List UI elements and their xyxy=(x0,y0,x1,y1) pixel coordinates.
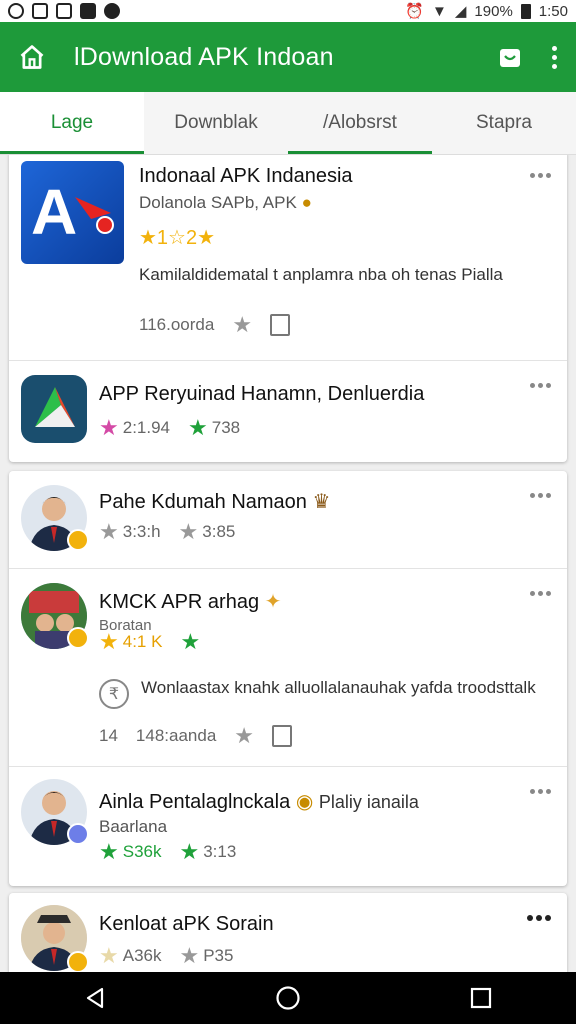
home-icon xyxy=(20,45,44,69)
app-icon xyxy=(21,375,87,443)
rating-value: 2:1.94 xyxy=(122,418,170,437)
recents-button[interactable] xyxy=(470,987,492,1009)
verified-badge-icon xyxy=(67,627,89,649)
back-icon xyxy=(87,987,104,1009)
status-bar: ⏰ ▼ ◢ 190% 1:50 xyxy=(0,0,576,22)
app-title: lDownload APK Indoan xyxy=(74,42,334,71)
person-subtitle: Baarlana xyxy=(99,817,168,836)
image-icon xyxy=(32,3,48,19)
clock: 1:50 xyxy=(538,2,568,20)
verified-badge-icon xyxy=(67,951,89,972)
star-icon: ★ xyxy=(179,839,200,864)
store-icon xyxy=(500,49,520,67)
battery-icon xyxy=(520,3,531,19)
list-item[interactable]: APP Reryuinad Hanamn, Denluerdia ★ 2:1.94… xyxy=(9,361,567,462)
tab-downblak[interactable]: Downblak xyxy=(144,92,288,154)
tab-alobsrst[interactable]: /Alobsrst xyxy=(288,92,432,154)
developer-text: Dolanola SAPb, APK xyxy=(139,193,297,212)
star-icon: ★ xyxy=(99,519,119,544)
app-logo-icon: A xyxy=(21,161,124,264)
list-item[interactable]: A Indonaal APK Indanesia Dolanola SAPb, … xyxy=(9,155,567,361)
star-icon: ★ xyxy=(99,415,119,440)
star-icon: ★ xyxy=(99,943,119,968)
details-icon[interactable] xyxy=(270,314,291,336)
android-icon xyxy=(104,3,120,19)
verified-badge-icon xyxy=(67,823,89,845)
people-card: Pahe Kdumah Namaon ♛ ★ 3:3:h ★ 3:85 KMCK A… xyxy=(9,471,567,886)
more-options-button[interactable] xyxy=(530,789,551,794)
favorite-icon[interactable]: ★ xyxy=(232,314,252,336)
last-card: Kenloat aPK Sorain ★ A36k ★ P35 xyxy=(9,893,567,972)
person-name: KMCK APR arhag xyxy=(99,591,260,613)
item-description: Wonlaastax knahk alluollalanauhak yafda … xyxy=(141,678,536,697)
featured-card: A Indonaal APK Indanesia Dolanola SAPb, … xyxy=(9,155,567,462)
history-icon: ₹ xyxy=(99,679,129,709)
star-icon: ★ xyxy=(179,943,200,968)
app-developer: Dolanola SAPb, APK ● xyxy=(139,193,312,213)
score-value: 3:13 xyxy=(203,842,237,861)
score-value: P35 xyxy=(203,946,234,965)
star-icon: ★ xyxy=(188,415,208,440)
navigation-bar xyxy=(0,972,576,1024)
home-button[interactable] xyxy=(0,43,64,71)
alarm-icon: ⏰ xyxy=(405,3,425,20)
wifi-icon: ▼ xyxy=(432,2,447,20)
verified-badge-icon xyxy=(67,529,89,551)
signal-icon: ◢ xyxy=(454,3,467,20)
list-item[interactable]: Kenloat aPK Sorain ★ A36k ★ P35 xyxy=(9,893,567,972)
home-nav-button[interactable] xyxy=(275,985,301,1011)
size-prefix: 14 xyxy=(99,726,118,745)
person-name: Kenloat aPK Sorain xyxy=(99,913,274,935)
star-icon: ★ xyxy=(99,839,119,864)
list-item[interactable]: KMCK APR arhag ✦ Boratan ★ 4:1 K ★ ₹ Wonl… xyxy=(9,569,567,767)
rating-value: S36k xyxy=(122,842,162,861)
home-circle-icon xyxy=(276,986,300,1010)
app-size: 148:aanda xyxy=(135,726,217,745)
app-name: Indonaal APK Indanesia xyxy=(139,165,353,187)
list-item[interactable]: Ainla Pentalaglnckala ◉ Plaliy ianaila B… xyxy=(9,767,567,886)
crown-icon: ♛ xyxy=(312,491,331,513)
star-icon: ★ xyxy=(99,629,119,654)
more-options-button[interactable] xyxy=(530,383,551,388)
face-icon: ◉ xyxy=(295,791,314,813)
app-size: 116.oorda xyxy=(139,315,215,334)
notification-icon xyxy=(8,3,24,19)
battery-level: 190% xyxy=(474,2,513,20)
store-button[interactable] xyxy=(498,45,522,69)
rating-value: 3:3:h xyxy=(122,522,161,541)
more-options-button[interactable] xyxy=(530,493,551,498)
tab-bar: Lage Downblak /Alobsrst Stapra xyxy=(0,92,576,155)
star-icon: ★ xyxy=(178,519,199,544)
star-icon: ★ xyxy=(180,629,201,654)
more-options-button[interactable] xyxy=(527,915,551,921)
recents-icon xyxy=(470,987,491,1009)
person-extra: Plaliy ianaila xyxy=(318,792,419,812)
gallery-icon xyxy=(56,3,72,19)
app-list: A Indonaal APK Indanesia Dolanola SAPb, … xyxy=(0,155,576,972)
hammer-icon: ✦ xyxy=(264,591,282,613)
overflow-menu-button[interactable] xyxy=(550,45,558,69)
details-icon[interactable] xyxy=(272,725,293,747)
back-button[interactable] xyxy=(84,987,106,1009)
rating-value: 4:1 K xyxy=(122,632,163,651)
tab-lage[interactable]: Lage xyxy=(0,92,144,154)
favorite-icon[interactable]: ★ xyxy=(234,725,254,747)
list-item[interactable]: Pahe Kdumah Namaon ♛ ★ 3:3:h ★ 3:85 xyxy=(9,471,567,569)
score-value: 3:85 xyxy=(202,522,236,541)
person-name: Ainla Pentalaglnckala xyxy=(99,791,291,813)
more-options-button[interactable] xyxy=(530,173,551,178)
more-options-button[interactable] xyxy=(530,591,551,596)
emoji-icon: ● xyxy=(301,193,312,212)
star-rating: ★1☆2★ xyxy=(139,227,216,249)
app-name: APP Reryuinad Hanamn, Denluerdia xyxy=(99,383,425,405)
app-description: Kamilaldidematal t anplamra nba oh tenas… xyxy=(139,265,503,284)
app-bar: lDownload APK Indoan xyxy=(0,22,576,92)
tab-stapra[interactable]: Stapra xyxy=(432,92,576,154)
person-name: Pahe Kdumah Namaon xyxy=(99,491,307,513)
message-icon xyxy=(80,3,96,19)
rating-value: A36k xyxy=(122,946,162,965)
score-value: 738 xyxy=(211,418,241,437)
